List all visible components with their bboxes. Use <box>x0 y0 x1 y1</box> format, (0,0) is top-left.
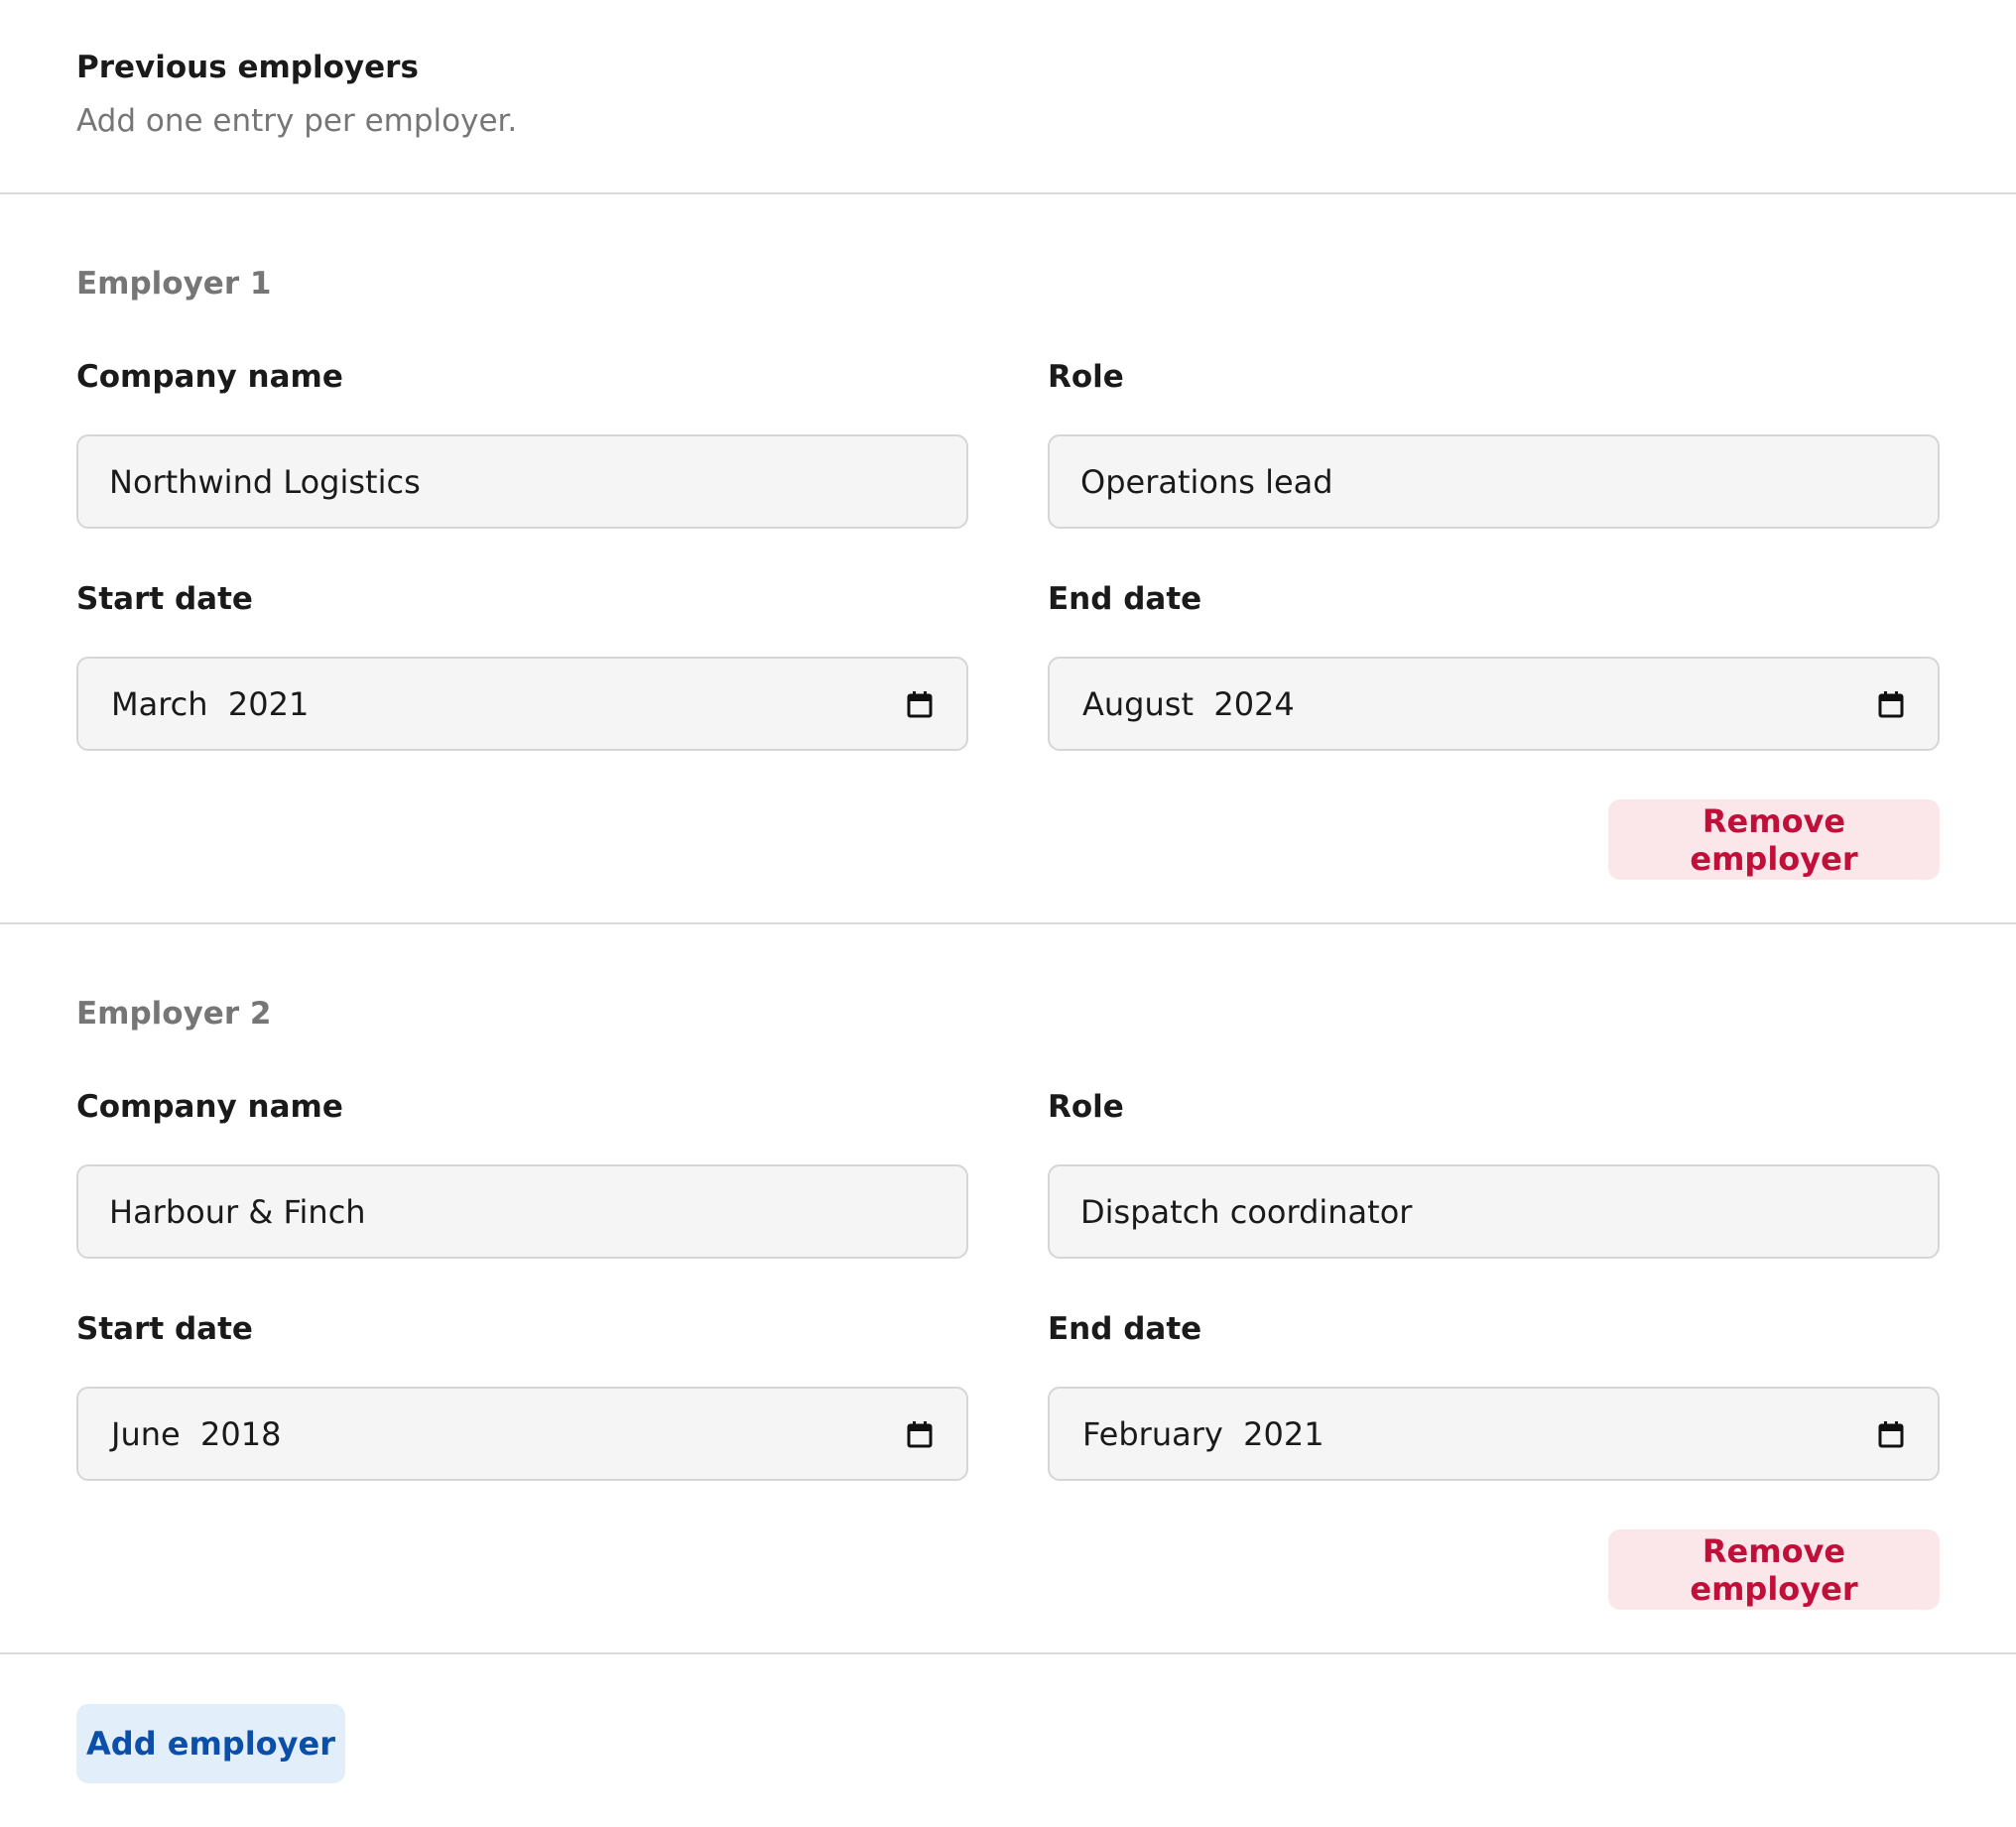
remove-employer-button[interactable]: Remove employer <box>1608 799 1940 880</box>
employer-title: Employer 2 <box>76 996 272 1032</box>
add-employer-button[interactable]: Add employer <box>76 1704 345 1783</box>
employer-title: Employer 1 <box>76 266 272 302</box>
company-name-input[interactable]: Northwind Logistics <box>76 434 968 529</box>
section-header: Previous employers Add one entry per emp… <box>0 0 2016 194</box>
company-name-value: Northwind Logistics <box>109 462 421 501</box>
role-value: Operations lead <box>1080 462 1333 501</box>
calendar-icon[interactable] <box>1878 690 1904 718</box>
role-value: Dispatch coordinator <box>1080 1192 1413 1231</box>
start-date-value: June 2018 <box>111 1414 282 1453</box>
role-label: Role <box>1048 1089 1124 1125</box>
end-date-value: August 2024 <box>1082 684 1295 723</box>
section-subtitle: Add one entry per employer. <box>76 103 518 139</box>
end-date-input[interactable]: February 2021 <box>1048 1387 1940 1481</box>
company-name-label: Company name <box>76 1089 343 1125</box>
start-date-input[interactable]: March 2021 <box>76 657 968 751</box>
end-date-label: End date <box>1048 1311 1202 1347</box>
company-name-input[interactable]: Harbour & Finch <box>76 1164 968 1259</box>
end-date-input[interactable]: August 2024 <box>1048 657 1940 751</box>
employer-card: Employer 1 Company name Northwind Logist… <box>0 194 2016 924</box>
role-input[interactable]: Dispatch coordinator <box>1048 1164 1940 1259</box>
company-name-label: Company name <box>76 359 343 395</box>
start-date-label: Start date <box>76 581 253 617</box>
calendar-icon[interactable] <box>1878 1420 1904 1448</box>
start-date-input[interactable]: June 2018 <box>76 1387 968 1481</box>
employer-card: Employer 2 Company name Harbour & Finch … <box>0 924 2016 1654</box>
end-date-label: End date <box>1048 581 1202 617</box>
role-input[interactable]: Operations lead <box>1048 434 1940 529</box>
end-date-value: February 2021 <box>1082 1414 1324 1453</box>
section-title: Previous employers <box>76 50 419 85</box>
remove-employer-button[interactable]: Remove employer <box>1608 1529 1940 1610</box>
role-label: Role <box>1048 359 1124 395</box>
start-date-label: Start date <box>76 1311 253 1347</box>
calendar-icon[interactable] <box>907 1420 933 1448</box>
start-date-value: March 2021 <box>111 684 310 723</box>
employment-history-form: Previous employers Add one entry per emp… <box>0 0 2016 1827</box>
company-name-value: Harbour & Finch <box>109 1192 366 1231</box>
calendar-icon[interactable] <box>907 690 933 718</box>
